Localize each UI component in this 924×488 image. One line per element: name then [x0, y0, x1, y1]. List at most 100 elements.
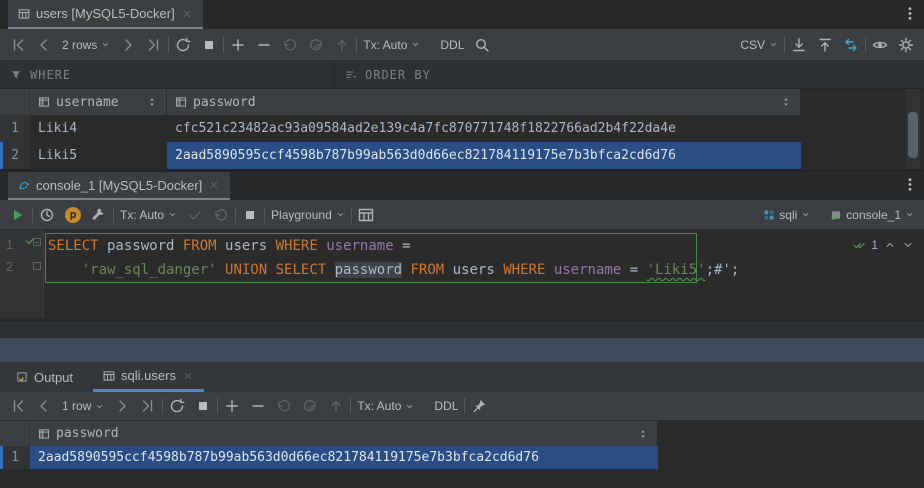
column-header-username[interactable]: username — [30, 89, 167, 115]
last-page-icon[interactable] — [140, 398, 156, 414]
cell-password-selected[interactable]: 2aad5890595ccf4598b787b99ab563d0d66ec821… — [30, 446, 658, 469]
row-number[interactable]: 1 — [0, 446, 30, 469]
commit-check-icon — [187, 207, 203, 223]
compare-icon[interactable] — [843, 37, 859, 53]
run-play-icon[interactable] — [10, 207, 26, 223]
chevron-down-icon[interactable] — [902, 239, 914, 251]
chevron-down-icon — [168, 210, 177, 219]
cell-username[interactable]: Liki5 — [30, 142, 167, 169]
tab-users-table[interactable]: users [MySQL5-Docker] — [8, 0, 203, 29]
refresh-icon[interactable] — [169, 398, 185, 414]
prev-page-icon[interactable] — [36, 37, 52, 53]
playground-label: Playground — [271, 208, 332, 222]
vertical-scrollbar-thumb[interactable] — [908, 112, 918, 158]
output-grid-icon[interactable] — [358, 207, 374, 223]
tab-title: Output — [34, 370, 73, 385]
fold-marker[interactable] — [33, 238, 41, 246]
code-line: SELECT password FROM users WHERE usernam… — [48, 234, 924, 258]
pin-icon[interactable] — [471, 398, 487, 414]
tab-title: console_1 [MySQL5-Docker] — [36, 178, 202, 193]
page-size-dropdown[interactable]: 1 row — [62, 399, 104, 413]
where-filter-input[interactable]: WHERE — [0, 61, 334, 88]
top-tab-bar: users [MySQL5-Docker] — [0, 0, 924, 29]
chevron-down-icon — [101, 40, 110, 49]
tool-window-splitter[interactable] — [0, 337, 924, 362]
gear-icon[interactable] — [898, 37, 914, 53]
first-page-icon[interactable] — [10, 37, 26, 53]
cell-password-selected[interactable]: 2aad5890595ccf4598b787b99ab563d0d66ec821… — [167, 142, 801, 169]
order-by-filter-input[interactable]: ORDER BY — [334, 61, 431, 88]
download-icon[interactable] — [791, 37, 807, 53]
close-icon[interactable] — [182, 370, 194, 382]
table-row: 2 Liki5 2aad5890595ccf4598b787b99ab563d0… — [0, 142, 924, 169]
next-page-icon[interactable] — [120, 37, 136, 53]
console-tab-bar: console_1 [MySQL5-Docker] — [0, 172, 924, 200]
column-label: username — [56, 95, 119, 110]
column-icon — [175, 96, 187, 108]
ddl-button[interactable]: DDL — [434, 399, 458, 413]
upload-icon[interactable] — [817, 37, 833, 53]
session-dropdown[interactable]: console_1 — [830, 208, 914, 222]
tx-mode-label: Tx: Auto — [363, 38, 407, 52]
eye-icon[interactable] — [872, 37, 888, 53]
tab-result-sqli-users[interactable]: sqli.users — [93, 362, 204, 392]
row-number-header — [0, 421, 30, 446]
history-clock-icon[interactable] — [39, 207, 55, 223]
sort-updown-icon[interactable] — [146, 96, 158, 108]
column-header-password[interactable]: password — [30, 421, 658, 446]
refresh-icon[interactable] — [175, 37, 191, 53]
column-icon — [38, 428, 50, 440]
column-label: password — [56, 426, 119, 441]
tx-mode-dropdown[interactable]: Tx: Auto — [357, 399, 414, 413]
prev-page-icon[interactable] — [36, 398, 52, 414]
tx-mode-label: Tx: Auto — [357, 399, 401, 413]
fold-marker[interactable] — [33, 262, 41, 270]
column-header-password[interactable]: password — [167, 89, 801, 115]
add-row-icon[interactable] — [224, 398, 240, 414]
top-grid-toolbar: 2 rows Tx: Auto DDL CSV — [0, 29, 924, 61]
session-icon — [830, 209, 842, 221]
export-format-dropdown[interactable]: CSV — [740, 38, 778, 52]
tab-options-kebab-icon[interactable] — [902, 5, 918, 24]
chevron-down-icon — [411, 40, 420, 49]
sort-updown-icon[interactable] — [780, 96, 792, 108]
chevron-down-icon — [336, 210, 345, 219]
row-number[interactable]: 1 — [0, 115, 30, 142]
cell-password[interactable]: cfc521c23482ac93a09584ad2e139c4a7fc87077… — [167, 115, 801, 142]
chevron-up-icon[interactable] — [884, 239, 896, 251]
close-icon[interactable] — [181, 8, 193, 20]
tx-mode-label: Tx: Auto — [120, 208, 164, 222]
next-page-icon[interactable] — [114, 398, 130, 414]
parameters-badge[interactable]: p — [65, 207, 81, 223]
tab-options-kebab-icon[interactable] — [902, 177, 918, 196]
stop-icon — [201, 37, 217, 53]
sql-editor[interactable]: 1 2 SELECT password FROM users WHERE use… — [0, 230, 924, 320]
tx-mode-dropdown[interactable]: Tx: Auto — [363, 38, 420, 52]
vertical-scrollbar[interactable] — [906, 89, 920, 169]
close-icon[interactable] — [208, 179, 220, 191]
first-page-icon[interactable] — [10, 398, 26, 414]
schema-dropdown[interactable]: sqli — [763, 208, 810, 222]
add-row-icon[interactable] — [230, 37, 246, 53]
revert-icon — [308, 37, 324, 53]
cell-username[interactable]: Liki4 — [30, 115, 167, 142]
code-area[interactable]: SELECT password FROM users WHERE usernam… — [48, 234, 924, 282]
schema-icon — [763, 209, 775, 221]
search-icon[interactable] — [474, 37, 490, 53]
tx-mode-dropdown[interactable]: Tx: Auto — [120, 208, 177, 222]
playground-dropdown[interactable]: Playground — [271, 208, 345, 222]
delete-row-icon[interactable] — [250, 398, 266, 414]
tab-console[interactable]: console_1 [MySQL5-Docker] — [8, 172, 230, 200]
tab-output[interactable]: Output — [6, 362, 83, 392]
row-number-header — [0, 89, 30, 115]
double-check-icon — [853, 239, 865, 251]
ddl-button[interactable]: DDL — [440, 38, 464, 52]
row-number[interactable]: 2 — [0, 142, 30, 169]
delete-row-icon[interactable] — [256, 37, 272, 53]
sort-updown-icon[interactable] — [637, 428, 649, 440]
wrench-icon[interactable] — [91, 207, 107, 223]
last-page-icon[interactable] — [146, 37, 162, 53]
filter-funnel-icon — [10, 69, 22, 81]
chevron-down-icon — [905, 210, 914, 219]
page-size-dropdown[interactable]: 2 rows — [62, 38, 110, 52]
